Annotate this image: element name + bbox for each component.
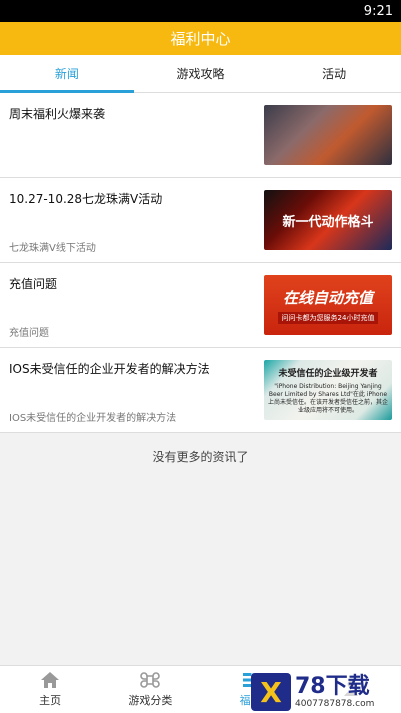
- tab-events-label: 活动: [322, 67, 347, 81]
- thumbnail-text: 新一代动作格斗: [282, 214, 374, 230]
- news-item[interactable]: IOS未受信任的企业开发者的解决方法 IOS未受信任的企业开发者的解决方法 未受…: [0, 348, 401, 433]
- news-subtitle: 七龙珠满V线下活动: [9, 243, 96, 254]
- command-icon: [140, 672, 161, 688]
- status-time: 9:21: [363, 3, 393, 19]
- no-more-news-text: 没有更多的资讯了: [152, 450, 249, 464]
- nav-home-label: 主页: [39, 694, 62, 707]
- news-list: 周末福利火爆来袭 10.27-10.28七龙珠满V活动 七龙珠满V线下活动 新一…: [0, 93, 401, 433]
- watermark-logo: X: [251, 673, 291, 711]
- nav-home[interactable]: 主页: [0, 666, 100, 713]
- watermark: X 78下载 4007787878.com: [251, 671, 401, 713]
- news-title: 10.27-10.28七龙珠满V活动: [9, 192, 163, 206]
- tab-bar: 新闻 游戏攻略 活动: [0, 55, 401, 93]
- news-title: 周末福利火爆来袭: [9, 107, 106, 121]
- tab-events[interactable]: 活动: [267, 55, 401, 92]
- news-subtitle: IOS未受信任的企业开发者的解决方法: [9, 413, 177, 424]
- thumbnail-text: 在线自动充值: [282, 288, 373, 307]
- tab-game-guides-label: 游戏攻略: [176, 67, 225, 81]
- watermark-main: 78下载: [295, 674, 370, 699]
- news-thumbnail-image: 新一代动作格斗: [264, 190, 392, 250]
- news-title: 充值问题: [9, 277, 58, 291]
- tab-news-label: 新闻: [54, 67, 79, 81]
- nav-game-categories[interactable]: 游戏分类: [100, 666, 200, 713]
- thumbnail-subtext: 问问卡都为您服务24小时充值: [277, 311, 379, 324]
- nav-game-categories-label: 游戏分类: [128, 694, 173, 707]
- page-title: 福利中心: [170, 30, 231, 48]
- news-thumbnail-image: [264, 105, 392, 165]
- status-bar: 9:21: [0, 0, 401, 22]
- news-item[interactable]: 周末福利火爆来袭: [0, 93, 401, 178]
- news-thumbnail-image: 未受信任的企业级开发者 "iPhone Distribution: Beijin…: [264, 360, 392, 420]
- watermark-sub: 4007787878.com: [295, 699, 375, 709]
- news-item[interactable]: 充值问题 充值问题 在线自动充值 问问卡都为您服务24小时充值: [0, 263, 401, 348]
- news-thumbnail-image: 在线自动充值 问问卡都为您服务24小时充值: [264, 275, 392, 335]
- news-item[interactable]: 10.27-10.28七龙珠满V活动 七龙珠满V线下活动 新一代动作格斗: [0, 178, 401, 263]
- thumbnail-body: "iPhone Distribution: Beijing Yanjing Be…: [268, 382, 389, 414]
- news-subtitle: 充值问题: [9, 328, 49, 339]
- thumbnail-title: 未受信任的企业级开发者: [278, 368, 378, 379]
- news-title: IOS未受信任的企业开发者的解决方法: [9, 362, 210, 376]
- page-title-bar: 福利中心: [0, 22, 401, 55]
- home-icon: [41, 672, 60, 688]
- tab-news[interactable]: 新闻: [0, 55, 134, 93]
- tab-game-guides[interactable]: 游戏攻略: [134, 55, 268, 92]
